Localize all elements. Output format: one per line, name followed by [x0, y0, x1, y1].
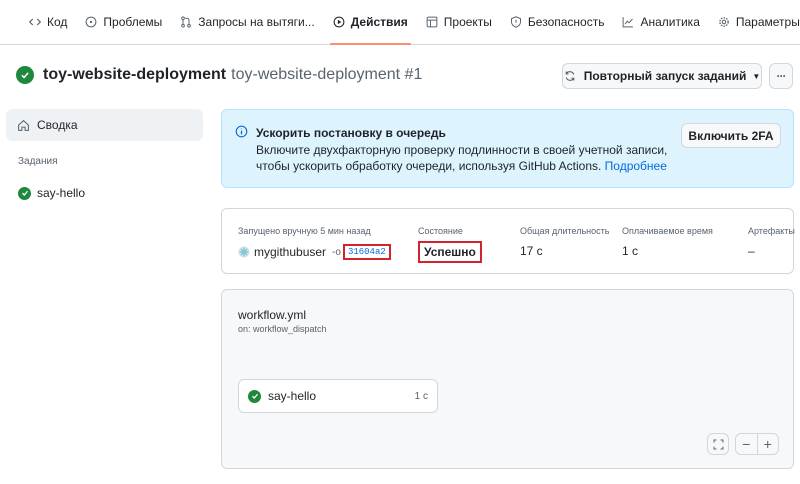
zoom-in-button[interactable]: + — [756, 434, 779, 454]
workflow-name[interactable]: toy-website-deployment — [43, 66, 226, 84]
repo-nav: Код Проблемы Запросы на вытяги... Действ… — [0, 0, 800, 45]
rerun-jobs-button[interactable]: Повторный запуск заданий ▼ — [562, 63, 762, 89]
sidebar-item-say-hello[interactable]: say-hello — [18, 186, 85, 200]
actor-username[interactable]: mygithubuser — [254, 245, 326, 259]
tab-settings[interactable]: Параметры — [709, 0, 800, 44]
tab-pull-requests[interactable]: Запросы на вытяги... — [171, 0, 323, 44]
pull-request-icon — [180, 16, 192, 28]
issue-icon — [85, 16, 97, 28]
banner-text: Включите двухфакторную проверку подлинно… — [256, 142, 676, 174]
play-icon — [333, 16, 345, 28]
jobs-heading: Задания — [18, 156, 58, 167]
job-node-say-hello[interactable]: say-hello 1 с — [238, 379, 438, 413]
artifacts-column: Артефакты – — [748, 226, 795, 258]
success-check-icon — [18, 186, 31, 200]
workflow-trigger: on: workflow_dispatch — [238, 324, 327, 334]
job-duration: 1 с — [414, 390, 428, 402]
billable-label: Оплачиваемое время — [622, 226, 713, 236]
triggered-label: Запущено вручную 5 мин назад — [238, 226, 371, 236]
run-summary-card: Запущено вручную 5 мин назад mygithubuse… — [221, 208, 795, 274]
shield-icon — [510, 16, 522, 28]
git-commit-icon: -o — [332, 246, 341, 258]
tab-insights[interactable]: Аналитика — [613, 0, 708, 44]
info-icon — [235, 125, 248, 141]
fullscreen-button[interactable] — [707, 433, 729, 455]
tab-security-label: Безопасность — [527, 15, 605, 29]
sync-icon — [564, 70, 576, 82]
tab-code-label: Код — [47, 15, 68, 29]
run-title-row: toy-website-deployment toy-website-deplo… — [16, 62, 422, 88]
commit-sha-link[interactable]: 31604a2 — [342, 244, 391, 260]
tab-actions[interactable]: Действия — [324, 0, 417, 45]
billable-value: 1 с — [622, 244, 639, 258]
trigger-details: mygithubuser -o 31604a2 — [238, 244, 391, 260]
status-value: Успешно — [418, 241, 482, 263]
banner-title: Ускорить постановку в очередь — [256, 126, 446, 140]
tab-insights-label: Аналитика — [640, 15, 700, 29]
status-column: Состояние Успешно — [418, 226, 482, 263]
duration-value: 17 с — [520, 244, 543, 258]
tab-actions-label: Действия — [350, 15, 408, 29]
enable-2fa-button[interactable]: Включить 2FA — [681, 123, 781, 148]
gear-icon — [718, 16, 730, 28]
status-label: Состояние — [418, 226, 463, 236]
trigger-column: Запущено вручную 5 мин назад mygithubuse… — [238, 226, 391, 260]
chevron-down-icon: ▼ — [752, 71, 761, 81]
table-icon — [426, 16, 438, 28]
graph-icon — [622, 16, 634, 28]
tab-security[interactable]: Безопасность — [501, 0, 614, 44]
job-name: say-hello — [268, 389, 317, 403]
tab-issues-label: Проблемы — [103, 15, 163, 29]
screen-full-icon — [713, 439, 724, 450]
kebab-horizontal-icon: ··· — [776, 69, 787, 83]
rerun-jobs-label: Повторный запуск заданий — [583, 69, 747, 83]
success-check-icon — [16, 66, 34, 84]
tab-issues[interactable]: Проблемы — [76, 0, 171, 44]
artifacts-value: – — [748, 244, 755, 258]
learn-more-link[interactable]: Подробнее — [605, 159, 667, 173]
tab-code[interactable]: Код — [20, 0, 76, 44]
home-icon — [17, 119, 30, 132]
zoom-controls: − + — [735, 433, 779, 455]
avatar[interactable] — [238, 246, 250, 258]
duration-column: Общая длительность 17 с — [520, 226, 609, 258]
artifacts-label: Артефакты — [748, 226, 795, 236]
more-options-button[interactable]: ··· — [769, 63, 793, 89]
tab-pull-requests-label: Запросы на вытяги... — [198, 15, 315, 29]
code-icon — [28, 16, 42, 28]
run-title: toy-website-deployment #1 — [231, 66, 423, 83]
tab-projects-label: Проекты — [443, 15, 492, 29]
status-value-wrap: Успешно — [418, 241, 482, 263]
queue-speedup-banner: Ускорить постановку в очередь Включите д… — [221, 109, 794, 188]
sidebar-job-label: say-hello — [37, 186, 86, 200]
billable-column: Оплачиваемое время 1 с — [622, 226, 713, 258]
sidebar-summary-label: Сводка — [37, 118, 78, 132]
duration-label: Общая длительность — [520, 226, 610, 236]
tab-settings-label: Параметры — [735, 15, 800, 29]
workflow-graph-card: workflow.yml on: workflow_dispatch say-h… — [221, 289, 794, 469]
workflow-file-name: workflow.yml — [238, 308, 307, 322]
success-check-icon — [248, 389, 261, 403]
sidebar-item-summary[interactable]: Сводка — [6, 109, 203, 141]
tab-projects[interactable]: Проекты — [417, 0, 501, 44]
zoom-out-button[interactable]: − — [736, 434, 757, 454]
